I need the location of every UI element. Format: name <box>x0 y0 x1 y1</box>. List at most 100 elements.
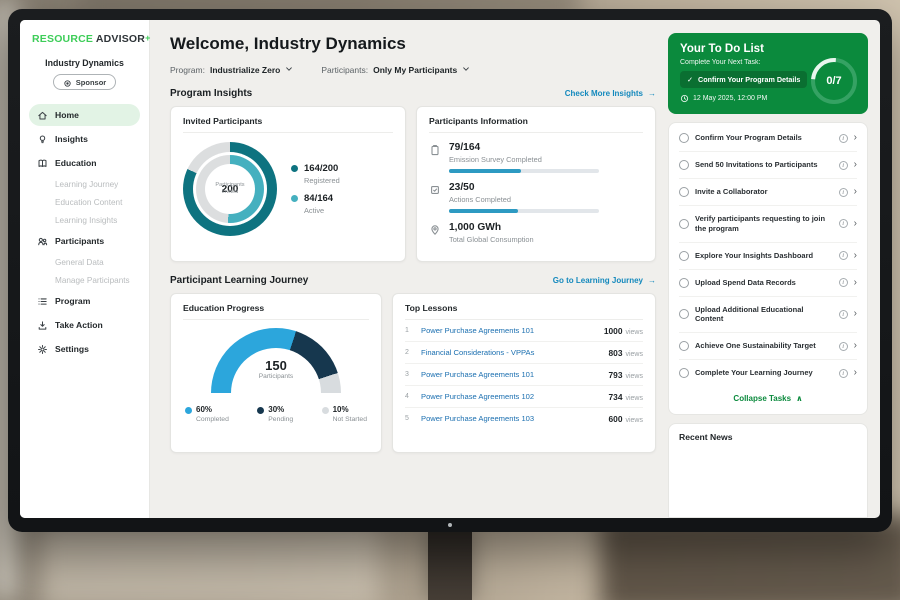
monitor-stand <box>428 530 472 600</box>
dashboard-screen: RESOURCE ADVISOR+ Industry Dynamics Spon… <box>20 20 880 518</box>
program-insights-header: Program Insights Check More Insights → <box>170 88 656 99</box>
next-task-chip[interactable]: ✓ Confirm Your Program Details <box>680 71 807 88</box>
info-icon[interactable]: i <box>839 219 848 228</box>
participants-filter-value: Only My Participants <box>373 65 457 75</box>
info-icon[interactable]: i <box>839 310 848 319</box>
gear-icon <box>37 344 48 355</box>
sidebar-item-label: Insights <box>55 134 88 144</box>
invited-donut-center: 200 Participants Invited <box>205 164 255 214</box>
chevron-right-icon[interactable]: › <box>854 278 857 288</box>
task-row-explore-insights[interactable]: Explore Your Insights Dashboard i › <box>679 243 857 270</box>
chevron-right-icon[interactable]: › <box>854 160 857 170</box>
info-icon[interactable]: i <box>839 342 848 351</box>
task-row-complete-learning-journey[interactable]: Complete Your Learning Journey i › <box>679 360 857 386</box>
stat-emission-survey: 79/164 Emission Survey Completed <box>429 142 643 173</box>
lesson-link[interactable]: Power Purchase Agreements 103 <box>421 414 601 423</box>
chevron-right-icon[interactable]: › <box>854 187 857 197</box>
todo-task-list: Confirm Your Program Details i › Send 50… <box>668 122 868 415</box>
logo-secondary: ADVISOR+ <box>96 33 151 45</box>
recent-news-card: Recent News <box>668 423 868 518</box>
sidebar-item-participants[interactable]: Participants <box>29 230 140 252</box>
task-row-upload-spend-data[interactable]: Upload Spend Data Records i › <box>679 270 857 297</box>
sidebar-item-program[interactable]: Program <box>29 290 140 312</box>
chevron-right-icon[interactable]: › <box>854 219 857 229</box>
sidebar-item-learning-journey[interactable]: Learning Journey <box>29 175 140 193</box>
invited-legend: 164/200 Registered 84/164 Active <box>291 155 340 223</box>
todo-summary-card: Your To Do List Complete Your Next Task:… <box>668 33 868 114</box>
participants-filter-dropdown[interactable]: Participants: Only My Participants <box>321 65 470 75</box>
app-logo: RESOURCE ADVISOR+ <box>29 33 140 45</box>
task-checkbox[interactable] <box>679 187 689 197</box>
logo-primary: RESOURCE <box>32 33 93 45</box>
sidebar-item-home[interactable]: Home <box>29 104 140 126</box>
recent-news-title: Recent News <box>679 432 857 442</box>
stat-actions-completed: 23/50 Actions Completed <box>429 182 643 213</box>
task-checkbox[interactable] <box>679 133 689 143</box>
task-row-send-invitations[interactable]: Send 50 Invitations to Participants i › <box>679 152 857 179</box>
todo-title: Your To Do List <box>680 43 856 55</box>
sidebar-item-general-data[interactable]: General Data <box>29 253 140 271</box>
info-icon[interactable]: i <box>839 369 848 378</box>
sidebar-item-settings[interactable]: Settings <box>29 338 140 360</box>
task-row-invite-collaborator[interactable]: Invite a Collaborator i › <box>679 179 857 206</box>
desk-surface-light <box>40 520 380 600</box>
info-icon[interactable]: i <box>839 251 848 260</box>
chevron-right-icon[interactable]: › <box>854 251 857 261</box>
check-more-insights-link[interactable]: Check More Insights → <box>565 89 656 98</box>
task-checkbox[interactable] <box>679 219 689 229</box>
sidebar-item-learning-insights[interactable]: Learning Insights <box>29 211 140 229</box>
legend-dot <box>291 165 298 172</box>
lesson-row: 5 Power Purchase Agreements 103 600views <box>405 408 643 429</box>
lesson-link[interactable]: Financial Considerations - VPPAs <box>421 348 601 357</box>
legend-item-active: 84/164 Active <box>291 193 340 215</box>
task-checkbox[interactable] <box>679 160 689 170</box>
task-checkbox[interactable] <box>679 278 689 288</box>
lesson-link[interactable]: Power Purchase Agreements 102 <box>421 392 601 401</box>
program-filter-dropdown[interactable]: Program: Industrialize Zero <box>170 65 293 75</box>
monitor-bezel: RESOURCE ADVISOR+ Industry Dynamics Spon… <box>8 9 892 532</box>
sponsor-badge[interactable]: Sponsor <box>53 74 116 90</box>
legend-item-registered: 164/200 Registered <box>291 163 340 185</box>
info-icon[interactable]: i <box>839 161 848 170</box>
task-row-upload-educational-content[interactable]: Upload Additional Educational Content i … <box>679 297 857 334</box>
legend-dot <box>291 195 298 202</box>
chevron-right-icon[interactable]: › <box>854 368 857 378</box>
check-square-icon <box>429 183 441 195</box>
take-action-icon <box>37 320 48 331</box>
chevron-right-icon[interactable]: › <box>854 133 857 143</box>
info-icon[interactable]: i <box>839 278 848 287</box>
info-icon[interactable]: i <box>839 134 848 143</box>
task-checkbox[interactable] <box>679 251 689 261</box>
chevron-right-icon[interactable]: › <box>854 341 857 351</box>
sidebar-item-label: Home <box>55 110 79 120</box>
sidebar-item-insights[interactable]: Insights <box>29 128 140 150</box>
page-title: Welcome, Industry Dynamics <box>170 34 656 54</box>
info-icon[interactable]: i <box>839 188 848 197</box>
participants-icon <box>37 236 48 247</box>
legend-dot <box>322 407 329 414</box>
collapse-tasks-link[interactable]: Collapse Tasks ∧ <box>679 386 857 412</box>
task-row-verify-participants[interactable]: Verify participants requesting to join t… <box>679 206 857 243</box>
task-row-achieve-target[interactable]: Achieve One Sustainability Target i › <box>679 333 857 360</box>
task-checkbox[interactable] <box>679 309 689 319</box>
sidebar-item-education-content[interactable]: Education Content <box>29 193 140 211</box>
sidebar-item-manage-participants[interactable]: Manage Participants <box>29 271 140 289</box>
program-list-icon <box>37 296 48 307</box>
task-row-confirm-program[interactable]: Confirm Your Program Details i › <box>679 125 857 152</box>
sidebar-item-take-action[interactable]: Take Action <box>29 314 140 336</box>
sidebar-item-label: Settings <box>55 344 89 354</box>
section-title: Participant Learning Journey <box>170 275 308 286</box>
main-content: Welcome, Industry Dynamics Program: Indu… <box>150 20 666 518</box>
sidebar-item-education[interactable]: Education <box>29 152 140 174</box>
go-to-learning-journey-link[interactable]: Go to Learning Journey → <box>553 276 656 285</box>
desk-background: RESOURCE ADVISOR+ Industry Dynamics Spon… <box>0 0 900 600</box>
lesson-link[interactable]: Power Purchase Agreements 101 <box>421 370 601 379</box>
lesson-link[interactable]: Power Purchase Agreements 101 <box>421 326 596 335</box>
stat-global-consumption: 1,000 GWh Total Global Consumption <box>429 222 643 244</box>
task-checkbox[interactable] <box>679 341 689 351</box>
check-icon: ✓ <box>687 75 693 84</box>
sidebar-item-label: Take Action <box>55 320 103 330</box>
legend-dot <box>257 407 264 414</box>
chevron-right-icon[interactable]: › <box>854 309 857 319</box>
task-checkbox[interactable] <box>679 368 689 378</box>
